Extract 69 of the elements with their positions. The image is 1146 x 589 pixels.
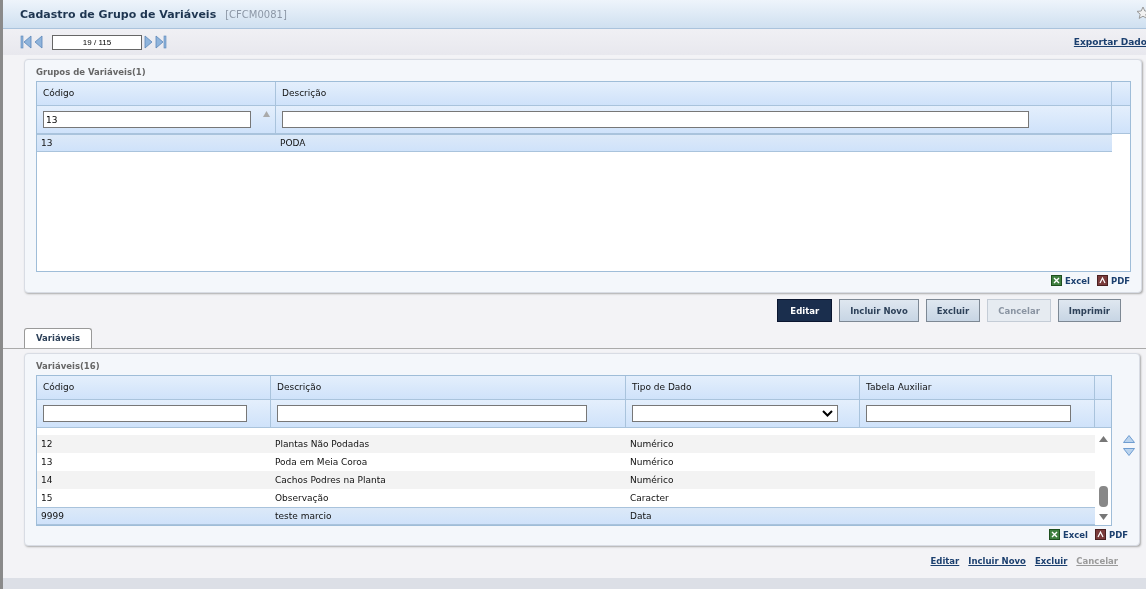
export-excel-link[interactable]: Excel [1048, 529, 1088, 540]
table-cell-text: 14 [40, 474, 54, 487]
table-cell-text: 13 [40, 456, 54, 469]
table-cell-text: 13 [40, 137, 54, 150]
table-cell-text: 12 [40, 438, 54, 451]
window-title: Cadastro de Grupo de Variáveis [20, 7, 217, 21]
pdf-icon [1096, 275, 1108, 286]
table-cell-text: Plantas Não Podadas [274, 438, 371, 451]
page-field[interactable]: 19 / 115 [52, 34, 142, 50]
table-cell-text: Caracter [629, 492, 670, 505]
previous-page-icon[interactable] [34, 35, 43, 49]
filter-field[interactable] [866, 405, 1071, 422]
column-header[interactable]: Código [37, 82, 276, 105]
table-cell-text: Poda em Meia Coroa [274, 456, 369, 469]
table-cell-text: PODA [279, 137, 307, 150]
action-link[interactable]: Incluir Novo [968, 556, 1026, 566]
sort-arrow-icon[interactable] [263, 111, 270, 117]
action-button[interactable]: Excluir [925, 299, 981, 322]
action-button[interactable]: Imprimir [1057, 299, 1121, 322]
column-header[interactable]: Código [37, 376, 271, 399]
chevron-down-icon [822, 410, 833, 417]
table-cell-text: Data [629, 510, 653, 523]
table-cell-text: Cachos Podres na Planta [274, 474, 387, 487]
spreadsheet-icon [1050, 275, 1062, 286]
table-row[interactable]: 13 PODA [37, 134, 1112, 152]
table-cell-text: 15 [40, 492, 54, 505]
action-link[interactable]: Editar [930, 556, 960, 566]
column-header[interactable]: Descrição [271, 376, 626, 399]
table-cell-text: Numérico [629, 438, 675, 451]
table-cell-text: Numérico [629, 456, 675, 469]
scroll-up-icon[interactable] [1098, 436, 1108, 442]
star-icon[interactable] [1136, 6, 1146, 20]
export-pdf-link[interactable]: PDF [1094, 529, 1128, 540]
table-row[interactable]: 12 Plantas Não Podadas Numérico [37, 435, 1095, 453]
table-row[interactable]: 13 Poda em Meia Coroa Numérico [37, 453, 1095, 471]
column-header[interactable]: Descrição [276, 82, 1112, 105]
table-row[interactable]: 9999 teste marcio Data [37, 507, 1095, 525]
first-page-icon[interactable] [20, 35, 32, 49]
table-row[interactable]: 14 Cachos Podres na Planta Numérico [37, 471, 1095, 489]
export-pdf-link[interactable]: PDF [1096, 275, 1130, 286]
table-row[interactable]: 15 Observação Caracter [37, 489, 1095, 507]
filter-field[interactable]: 13 [43, 111, 251, 128]
panel-title: Variáveis(16) [36, 360, 101, 373]
table-cell-text: Numérico [629, 474, 675, 487]
spreadsheet-icon [1048, 529, 1060, 540]
tab[interactable]: Variáveis [24, 328, 92, 348]
action-link[interactable]: Excluir [1034, 556, 1068, 566]
screen-code: [CFCM0081] [225, 8, 287, 20]
primary-button[interactable]: Editar [777, 299, 833, 322]
scroll-down-icon[interactable] [1098, 514, 1108, 520]
export-link[interactable]: Exportar Dado [1073, 37, 1146, 47]
filter-field[interactable] [277, 405, 587, 422]
scroll-thumb[interactable] [1098, 486, 1108, 507]
column-header[interactable]: Tabela Auxiliar [860, 376, 1095, 399]
action-button[interactable]: Incluir Novo [839, 299, 919, 322]
table-cell-text: teste marcio [274, 510, 333, 523]
filter-field[interactable] [43, 405, 247, 422]
panel-title: Grupos de Variáveis(1) [36, 66, 147, 79]
column-header[interactable]: Tipo de Dado [626, 376, 860, 399]
next-page-icon[interactable] [144, 35, 153, 49]
last-page-icon[interactable] [155, 35, 167, 49]
filter-field[interactable] [282, 111, 1029, 128]
export-excel-link[interactable]: Excel [1050, 275, 1090, 286]
table-cell-text: 9999 [40, 510, 65, 523]
pdf-icon [1094, 529, 1106, 540]
move-up-icon[interactable] [1123, 435, 1135, 443]
move-down-icon[interactable] [1123, 448, 1135, 456]
table-cell-text: Observação [274, 492, 330, 505]
filter-dropdown[interactable] [632, 405, 838, 422]
